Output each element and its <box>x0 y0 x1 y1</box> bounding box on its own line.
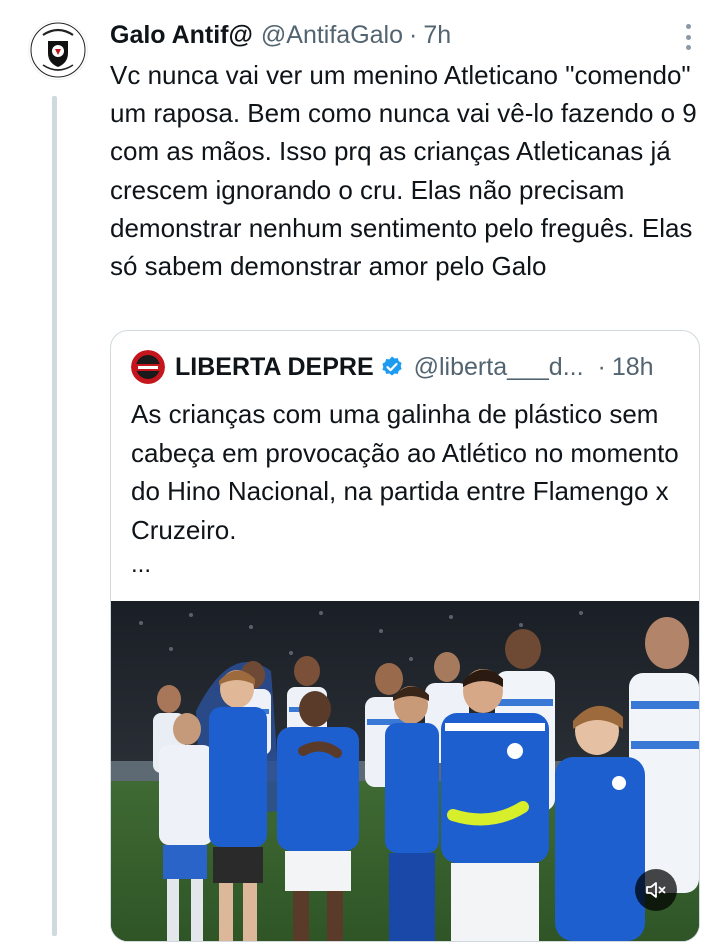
speaker-muted-icon[interactable] <box>635 869 677 911</box>
more-vertical-icon[interactable] <box>682 24 694 50</box>
quoted-tweet[interactable]: LIBERTA DEPRE @liberta___d... · 18h As c… <box>110 330 700 942</box>
video-frame <box>111 601 699 941</box>
tweet-timestamp[interactable]: 7h <box>423 21 451 50</box>
tweet-header: Galo Antif@ @AntifaGalo · 7h <box>110 18 700 52</box>
quoted-author-avatar <box>131 350 165 384</box>
galo-antifa-logo <box>30 22 86 78</box>
quoted-header-separator: · <box>597 352 606 381</box>
quoted-tweet-text: As crianças com uma galinha de plástico … <box>131 399 679 545</box>
quoted-tweet-timestamp: 18h <box>611 352 654 381</box>
author-handle[interactable]: @AntifaGalo <box>261 21 403 50</box>
quoted-tweet-header: LIBERTA DEPRE @liberta___d... · 18h <box>131 347 679 387</box>
quoted-author-handle: @liberta___d... <box>413 352 584 381</box>
author-avatar[interactable] <box>28 20 88 80</box>
quoted-tweet-truncation: ... <box>131 551 152 578</box>
header-separator: · <box>409 20 418 49</box>
tweet-text: Vc nunca vai ver um menino Atleticano "c… <box>110 60 697 282</box>
quoted-author-display-name: LIBERTA DEPRE <box>175 352 374 381</box>
thread-line <box>52 96 57 936</box>
quoted-video[interactable] <box>111 601 699 941</box>
author-display-name[interactable]: Galo Antif@ <box>110 21 253 50</box>
verified-badge-icon <box>382 356 402 376</box>
